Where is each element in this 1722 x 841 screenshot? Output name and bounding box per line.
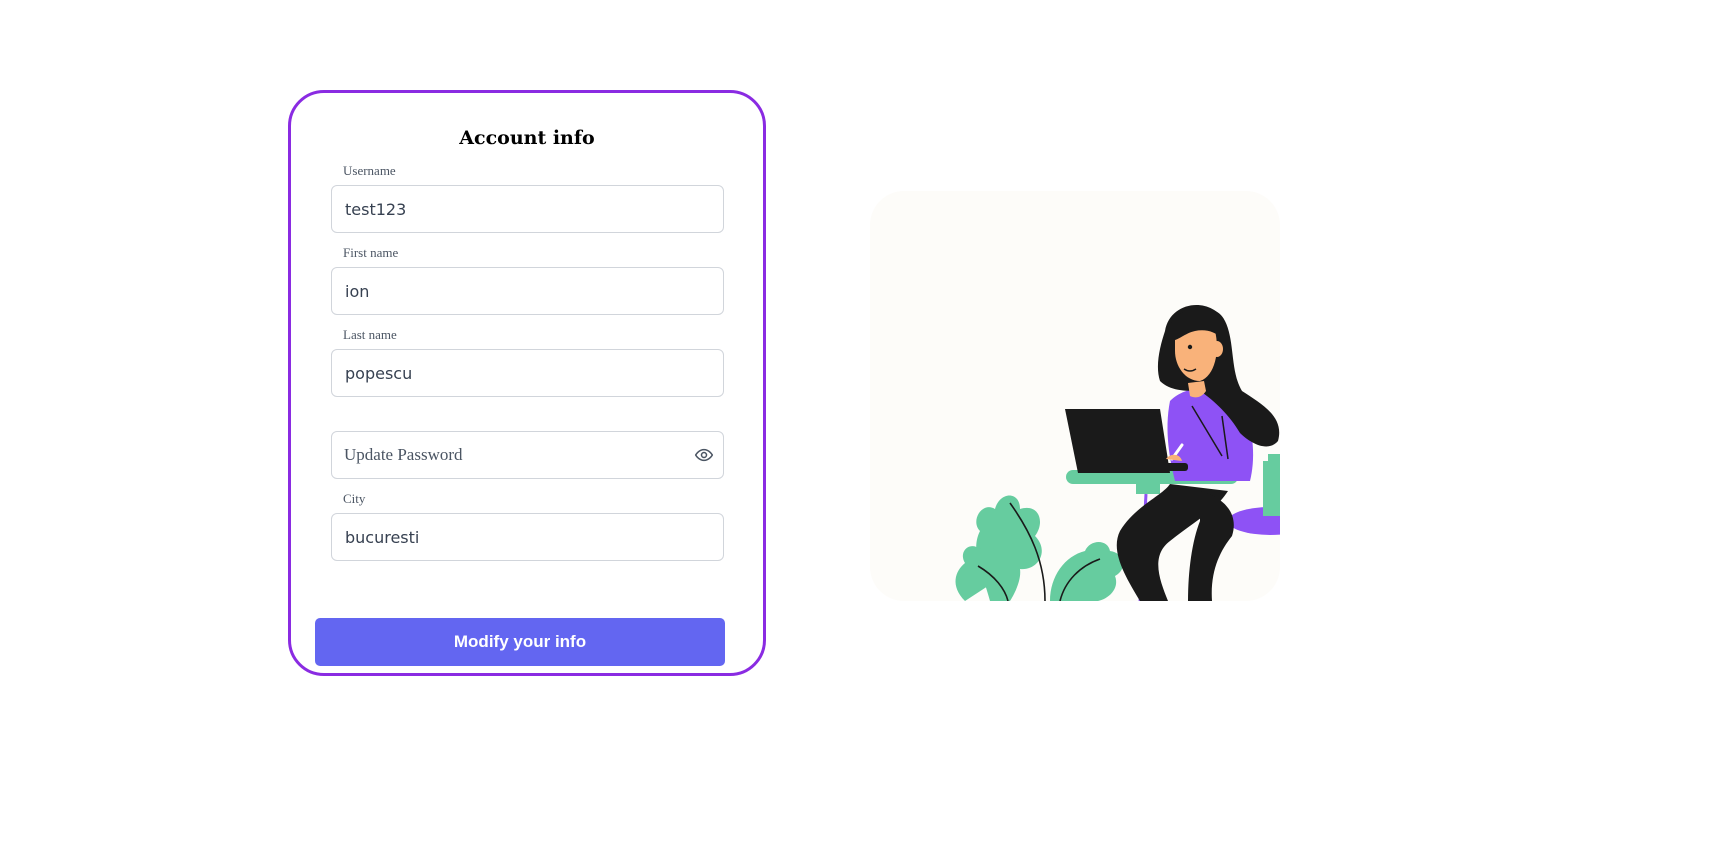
first-name-input[interactable] — [331, 267, 724, 315]
last-name-input[interactable] — [331, 349, 724, 397]
eye-icon[interactable] — [694, 445, 714, 465]
account-info-page: Account info Username First name Last na… — [0, 0, 1722, 841]
city-label: City — [343, 491, 366, 506]
modify-info-button[interactable]: Modify your info — [315, 618, 725, 666]
account-info-card: Account info Username First name Last na… — [288, 90, 766, 676]
plant-left — [955, 495, 1124, 601]
first-name-label: First name — [343, 245, 399, 260]
form-title: Account info — [459, 127, 595, 149]
woman-with-laptop-illustration — [870, 191, 1280, 601]
username-label: Username — [343, 163, 396, 178]
last-name-label: Last name — [343, 327, 397, 342]
password-input[interactable] — [331, 431, 724, 479]
legs — [1116, 484, 1234, 601]
username-input[interactable] — [331, 185, 724, 233]
city-input[interactable] — [331, 513, 724, 561]
